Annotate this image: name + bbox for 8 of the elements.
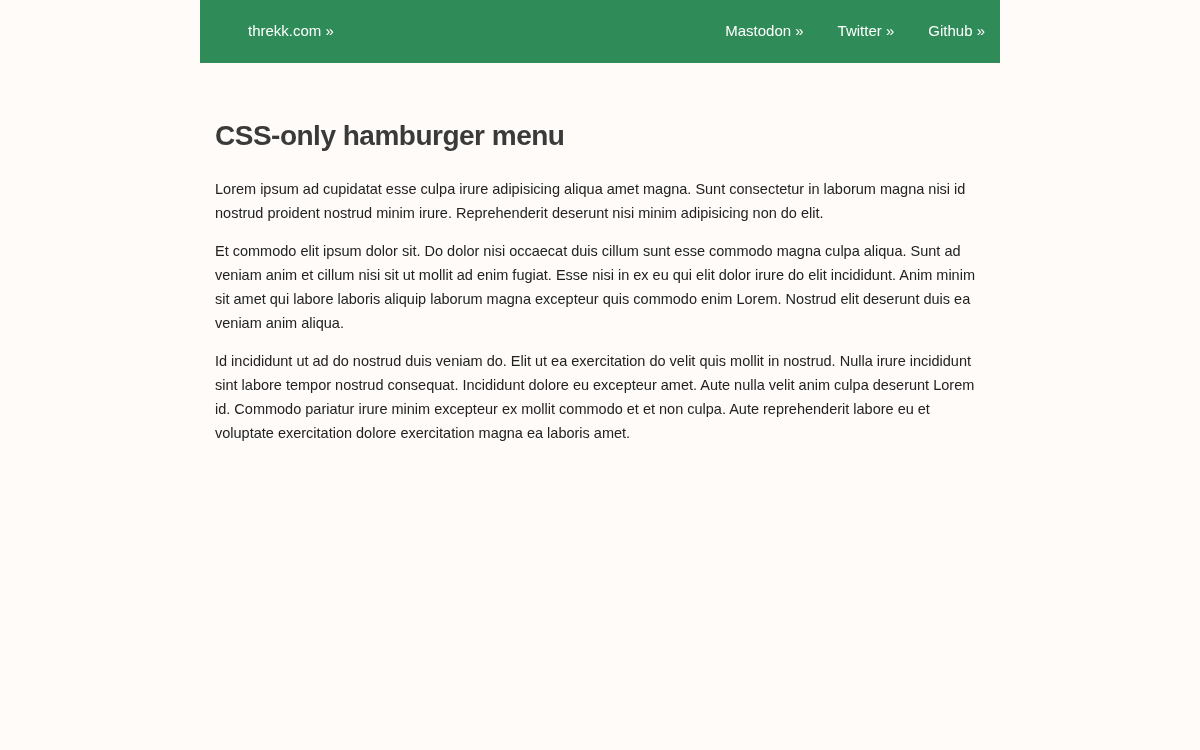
body-paragraph: Et commodo elit ipsum dolor sit. Do dolor nisi occaecat duis cillum sunt esse commodo magna culpa aliqua. Sunt ad veniam anim et cillum nisi sit ut mollit ad enim fugiat. Esse nisi in ex eu qui elit dolor irure do elit incididunt. Anim minim sit amet qui labore laboris aliquip laborum magna excepteur quis commodo enim Lorem. Nostrud elit deserunt duis ea veniam anim aliqua. [215, 242, 976, 333]
body-paragraph: Lorem ipsum ad cupidatat esse culpa irure adipisicing aliqua amet magna. Sunt consectetur in laborum magna nisi id nostrud proident nostrud minim irure. Reprehenderit deserunt nisi minim adipisicing non do elit. [215, 180, 967, 223]
site-link[interactable]: threkk.com » [248, 20, 334, 43]
page-heading: CSS-only hamburger menu [215, 119, 566, 153]
body-paragraph: Id incididunt ut ad do nostrud duis veniam do. Elit ut ea exercitation do velit quis mollit in nostrud. Nulla irure incididunt sint labore tempor nostrud consequat. Incididunt dolore eu excepteur amet. Aute nulla velit anim culpa deserunt Lorem id. Commodo pariatur irure minim excepteur ex mollit commodo et et non culpa. Aute reprehenderit labore eu et voluptate exercitation dolore exercitation magna ea laboris amet. [215, 352, 976, 443]
nav-link[interactable]: Mastodon » [725, 20, 804, 43]
nav-link[interactable]: Twitter » [837, 20, 895, 43]
nav-link[interactable]: Github » [928, 20, 985, 43]
